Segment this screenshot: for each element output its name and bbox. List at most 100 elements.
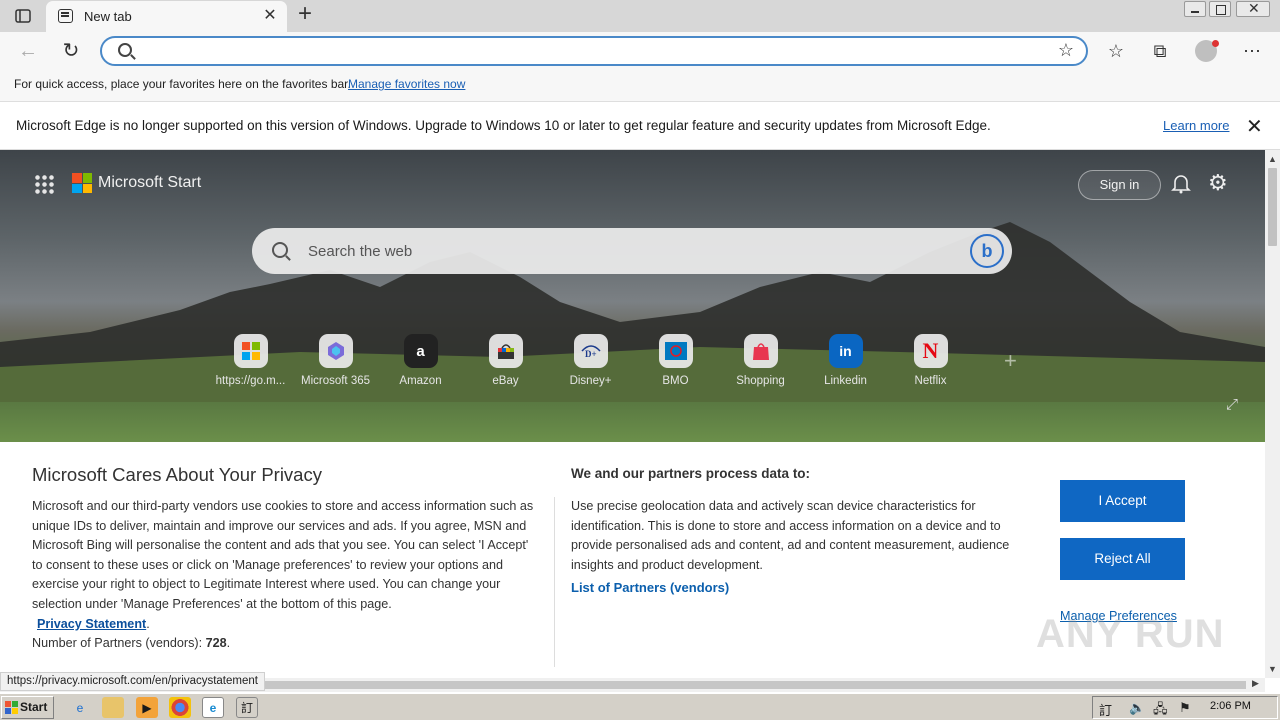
close-tab-icon[interactable]: ✕ <box>261 7 279 25</box>
notifications-bell-icon[interactable] <box>1170 172 1192 196</box>
add-favorite-star-icon[interactable]: ☆ <box>1058 40 1074 61</box>
data-purposes-text: Use precise geolocation data and activel… <box>571 499 1010 572</box>
quick-link-tile[interactable]: Microsoft 365 <box>293 334 378 387</box>
quick-link-tile[interactable]: Shopping <box>718 334 803 387</box>
scroll-up-icon[interactable]: ▲ <box>1268 154 1277 164</box>
shopping-bag-icon <box>743 334 778 368</box>
chrome-icon[interactable] <box>169 697 191 718</box>
settings-gear-icon[interactable]: ⚙ <box>1208 170 1228 196</box>
quick-link-tile[interactable]: D+ Disney+ <box>548 334 633 387</box>
quick-link-tile[interactable]: N Netflix <box>888 334 973 387</box>
partners-count-label: Number of Partners (vendors): <box>32 636 206 651</box>
internet-explorer-icon[interactable]: e <box>69 697 91 718</box>
apps-grid-icon[interactable] <box>34 174 54 194</box>
partners-count: 728 <box>205 636 227 651</box>
tab-new-tab[interactable]: New tab ✕ <box>46 1 287 32</box>
dialog-divider <box>554 497 555 667</box>
brand-title: Microsoft Start <box>98 174 202 191</box>
accept-button[interactable]: I Accept <box>1060 480 1185 522</box>
web-search-input[interactable] <box>308 241 908 261</box>
start-label: Start <box>20 700 48 714</box>
tile-label: Amazon <box>399 375 442 387</box>
quick-link-tile[interactable]: https://go.m... <box>208 334 293 387</box>
ime-icon[interactable]: 訂 <box>1099 700 1112 719</box>
close-notice-icon[interactable]: ✕ <box>1246 114 1263 139</box>
tile-label: Microsoft 365 <box>300 375 371 387</box>
tile-label: https://go.m... <box>215 375 286 387</box>
quick-links: https://go.m... Microsoft 365 a Amazon e… <box>208 334 973 387</box>
anyrun-watermark: ANY RUN <box>1036 612 1225 656</box>
windows-taskbar: Start e ▶ e 訂 訂 🔈 🖧 ⚑ 2:06 PM <box>0 693 1280 720</box>
search-icon <box>272 242 288 258</box>
scroll-thumb[interactable] <box>1268 168 1277 246</box>
input-method-icon[interactable]: 訂 <box>236 697 258 718</box>
reject-all-button[interactable]: Reject All <box>1060 538 1185 580</box>
new-tab-button[interactable]: + <box>293 2 317 27</box>
notice-text: Microsoft Edge is no longer supported on… <box>16 118 991 133</box>
quick-link-tile[interactable]: BMO <box>633 334 718 387</box>
address-input[interactable] <box>142 42 1042 62</box>
unsupported-windows-notice: Microsoft Edge is no longer supported on… <box>0 102 1280 150</box>
web-search-box[interactable]: b <box>252 228 1012 274</box>
windows-logo-icon <box>233 334 268 368</box>
vertical-scrollbar[interactable]: ▲ ▼ <box>1265 150 1280 678</box>
microsoft-logo-icon <box>72 173 92 193</box>
minimize-button[interactable] <box>1184 1 1206 17</box>
m365-icon <box>318 334 353 368</box>
manage-favorites-link[interactable]: Manage favorites now <box>348 77 465 91</box>
favorites-bar: For quick access, place your favorites h… <box>0 70 1280 102</box>
tab-actions-menu-icon[interactable] <box>12 6 34 26</box>
learn-more-link[interactable]: Learn more <box>1163 118 1229 133</box>
refresh-icon[interactable]: ↻ <box>58 38 84 64</box>
expand-background-icon[interactable]: ⤢ <box>1226 396 1238 413</box>
action-center-flag-icon[interactable]: ⚑ <box>1179 700 1191 716</box>
hero-background: Microsoft Start Sign in ⚙ b https://go.m… <box>0 150 1265 442</box>
media-player-icon[interactable]: ▶ <box>136 697 158 718</box>
favorites-icon[interactable]: ☆ <box>1103 38 1129 64</box>
disney-icon: D+ <box>573 334 608 368</box>
tab-strip: New tab ✕ + ✕ <box>0 0 1280 32</box>
address-bar[interactable]: ☆ <box>100 36 1088 66</box>
maximize-button[interactable] <box>1209 1 1231 17</box>
windows-flag-icon <box>5 701 18 714</box>
ebay-icon <box>488 334 523 368</box>
explorer-folder-icon[interactable] <box>102 697 124 718</box>
new-tab-page-icon <box>58 9 73 23</box>
tile-label: Disney+ <box>569 375 612 387</box>
sign-in-button[interactable]: Sign in <box>1078 170 1161 200</box>
quick-link-tile[interactable]: a Amazon <box>378 334 463 387</box>
add-site-icon[interactable]: + <box>1004 348 1017 374</box>
netflix-icon: N <box>913 334 948 368</box>
browser-toolbar: ← ↻ ☆ ☆ ⧉ ⋯ <box>0 32 1280 70</box>
scroll-right-icon[interactable]: ▶ <box>1252 678 1259 689</box>
tile-label: Linkedin <box>824 375 867 387</box>
quick-link-tile[interactable]: eBay <box>463 334 548 387</box>
data-purposes-title: We and our partners process data to: <box>571 466 811 481</box>
profile-avatar[interactable] <box>1195 40 1219 62</box>
privacy-body-text: Microsoft and our third-party vendors us… <box>32 499 534 611</box>
volume-icon[interactable]: 🔈 <box>1129 700 1145 716</box>
search-icon <box>118 43 132 57</box>
tile-label: Shopping <box>736 375 785 387</box>
bmo-icon <box>658 334 693 368</box>
favorites-bar-hint: For quick access, place your favorites h… <box>14 77 351 91</box>
collections-icon[interactable]: ⧉ <box>1147 38 1173 64</box>
privacy-body: Microsoft and our third-party vendors us… <box>32 499 534 651</box>
bing-chat-icon[interactable]: b <box>970 234 1004 268</box>
linkedin-icon: in <box>828 334 863 368</box>
list-of-partners-link[interactable]: List of Partners (vendors) <box>571 580 729 595</box>
close-window-button[interactable]: ✕ <box>1236 0 1270 17</box>
tile-label: eBay <box>492 375 519 387</box>
status-bar-url: https://privacy.microsoft.com/en/privacy… <box>0 672 265 691</box>
quick-link-tile[interactable]: in Linkedin <box>803 334 888 387</box>
edge-icon[interactable]: e <box>202 697 224 718</box>
back-arrow-icon[interactable]: ← <box>15 38 41 64</box>
tile-label: Netflix <box>914 375 947 387</box>
privacy-title: Microsoft Cares About Your Privacy <box>32 464 322 485</box>
tab-title: New tab <box>84 9 132 24</box>
more-menu-icon[interactable]: ⋯ <box>1239 38 1265 64</box>
privacy-statement-link[interactable]: Privacy Statement <box>37 617 146 631</box>
start-button[interactable]: Start <box>1 696 54 719</box>
scroll-down-icon[interactable]: ▼ <box>1268 664 1277 674</box>
network-icon[interactable]: 🖧 <box>1153 700 1168 720</box>
